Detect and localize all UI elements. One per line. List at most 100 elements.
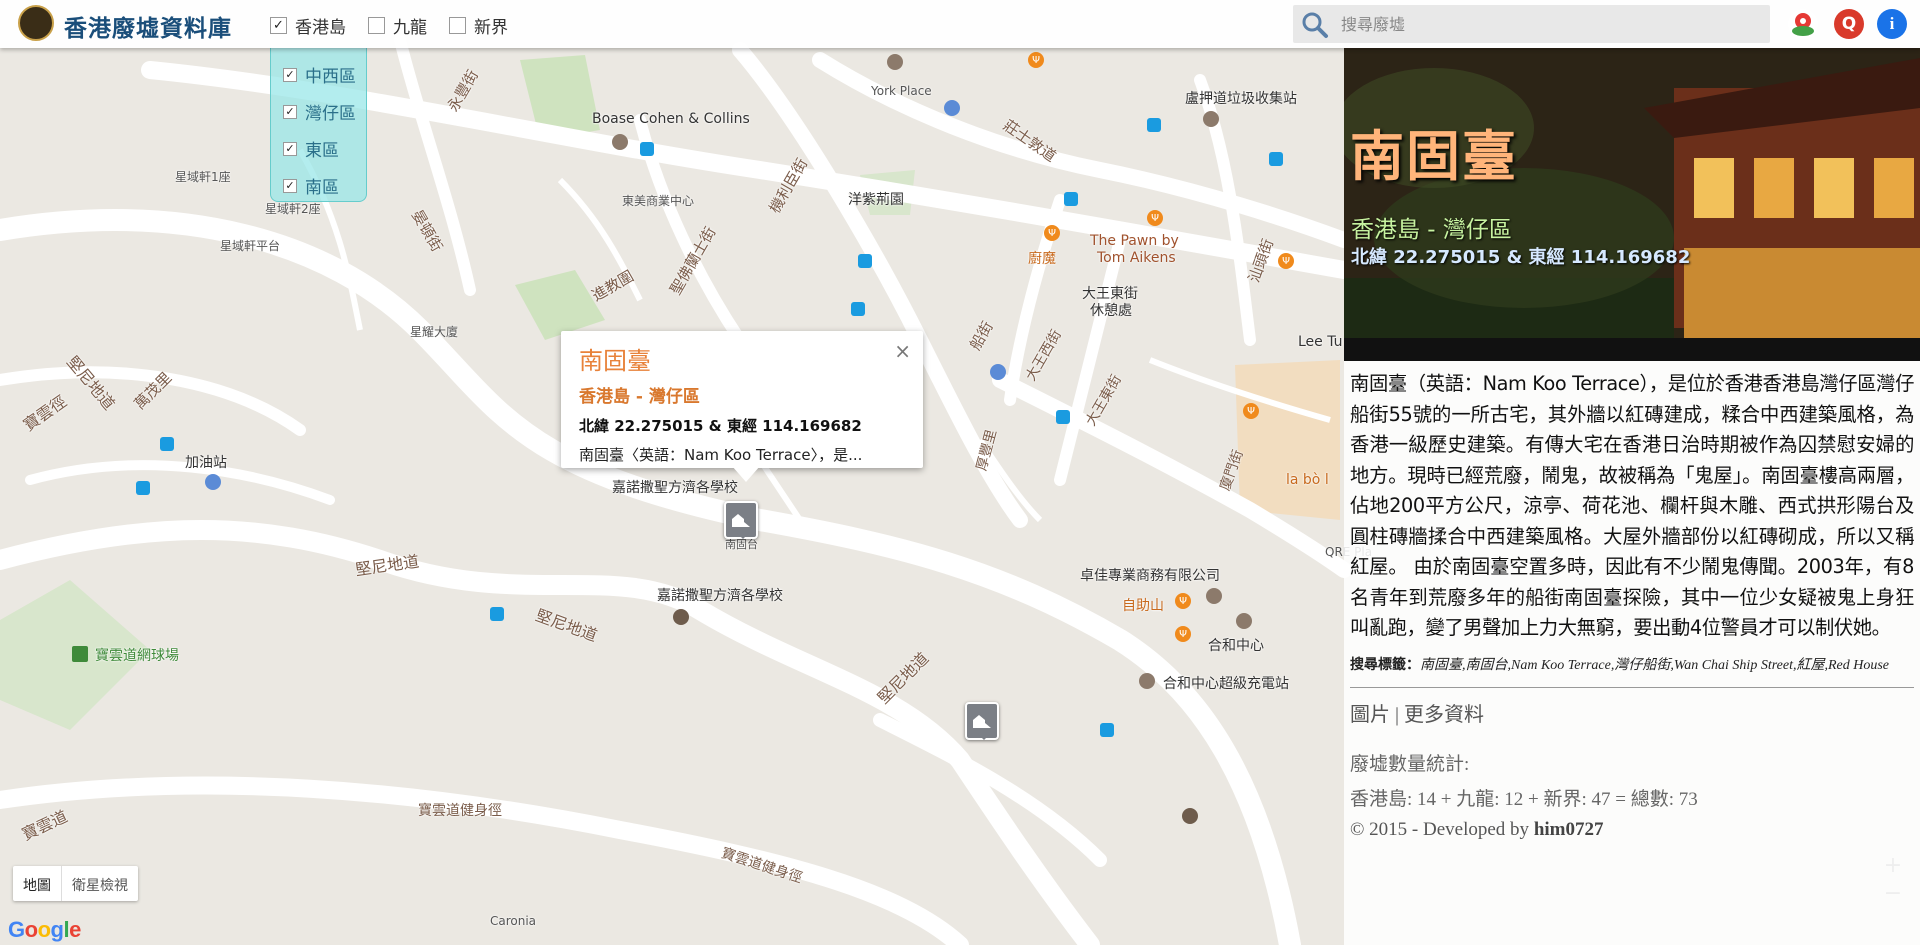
bus-stop-icon xyxy=(851,302,865,316)
place-label: 自助山 xyxy=(1122,598,1164,614)
marker-info-window[interactable]: × 南固臺 香港島 - 灣仔區 北緯 22.275015 & 東經 114.16… xyxy=(561,331,923,482)
search-icon[interactable] xyxy=(1301,11,1329,39)
search-box[interactable] xyxy=(1293,5,1770,43)
map-type-satellite-button[interactable]: 衛星檢視 xyxy=(61,866,138,901)
place-label: 嘉諾撒聖方濟各學校 xyxy=(612,480,738,496)
info-window-district: 香港島 - 灣仔區 xyxy=(579,387,700,407)
app-title: 香港廢墟資料庫 xyxy=(64,16,232,42)
place-label: York Place xyxy=(871,84,932,98)
hero-photo xyxy=(1344,48,1920,361)
place-label: 東美商業中心 xyxy=(622,194,695,208)
checkbox-icon[interactable] xyxy=(368,17,385,34)
place-icon xyxy=(1206,588,1222,604)
place-label: 合和中心超級充電站 xyxy=(1163,676,1289,692)
place-label: 寶雲道網球場 xyxy=(95,648,179,664)
info-window-title: 南固臺 xyxy=(579,347,651,375)
restaurant-icon: Ψ xyxy=(1044,225,1060,241)
ruin-hero-image: 南固臺 香港島 - 灣仔區 北緯 22.275015 & 東經 114.1696… xyxy=(1344,48,1920,361)
bus-stop-icon xyxy=(1100,723,1114,737)
restaurant-icon: Ψ xyxy=(1028,52,1044,68)
place-label: 星域軒平台 xyxy=(220,239,281,253)
bus-stop-icon xyxy=(136,481,150,495)
close-icon[interactable]: × xyxy=(894,339,911,363)
q-icon[interactable]: Q xyxy=(1834,9,1864,39)
checkbox-icon[interactable] xyxy=(449,17,466,34)
park-icon xyxy=(72,646,88,662)
bus-stop-icon xyxy=(490,607,504,621)
place-label: Lee Tu xyxy=(1298,334,1343,350)
checkbox-icon[interactable]: ✓ xyxy=(283,141,297,156)
restaurant-icon: Ψ xyxy=(1175,593,1191,609)
divider xyxy=(1350,686,1914,688)
place-label: 卓佳專業商務有限公司 xyxy=(1080,568,1220,584)
district-item-central-western[interactable]: ✓ 中西區 xyxy=(271,56,366,93)
gas-station-icon xyxy=(205,474,221,490)
bus-stop-icon xyxy=(1056,410,1070,424)
district-dropdown: ✓ 中西區 ✓ 灣仔區 ✓ 東區 ✓ 南區 xyxy=(270,48,367,202)
region-label: 香港島 xyxy=(295,18,346,38)
region-checkbox-hk-island[interactable]: ✓ 香港島 xyxy=(270,13,346,38)
ruin-detail-body: 南固臺（英語：Nam Koo Terrace），是位於香港香港島灣仔區灣仔船街5… xyxy=(1344,361,1920,945)
restaurant-icon: Ψ xyxy=(1175,626,1191,642)
search-input[interactable] xyxy=(1341,12,1761,36)
map-type-map-button[interactable]: 地圖 xyxy=(13,866,61,901)
bus-stop-icon xyxy=(160,437,174,451)
stats-title: 廢墟數量統計: xyxy=(1350,753,1470,775)
place-icon xyxy=(1203,111,1219,127)
place-label: 加油站 xyxy=(185,455,227,471)
place-label: 休憩處 xyxy=(1090,303,1132,319)
checkbox-icon[interactable]: ✓ xyxy=(270,17,287,34)
bus-stop-icon xyxy=(1064,192,1078,206)
ruin-house-icon xyxy=(732,514,750,527)
ruin-detail-panel: 南固臺 香港島 - 灣仔區 北緯 22.275015 & 東經 114.1696… xyxy=(1344,48,1920,945)
place-icon xyxy=(1139,673,1155,689)
region-checkbox-nt[interactable]: 新界 xyxy=(449,13,508,38)
place-label: The Pawn by xyxy=(1090,233,1179,249)
search-tags: 搜尋標籤：南固臺,南固台,Nam Koo Terrace,灣仔船街,Wan Ch… xyxy=(1350,650,1914,681)
top-bar: 香港廢墟資料庫 ✓ 香港島 九龍 新界 Q i xyxy=(0,0,1920,48)
place-label: 廚魔 xyxy=(1028,251,1056,267)
footer-author[interactable]: him0727 xyxy=(1534,819,1604,840)
logo-icon xyxy=(18,5,54,41)
search-tags-label: 搜尋標籤： xyxy=(1350,657,1420,673)
restaurant-icon: Ψ xyxy=(1147,210,1163,226)
district-item-southern[interactable]: ✓ 南區 xyxy=(271,167,366,204)
place-label: 洋紫荊園 xyxy=(848,192,904,208)
info-icon[interactable]: i xyxy=(1877,9,1907,39)
road-label: 寶雲道健身徑 xyxy=(418,803,502,819)
shop-icon xyxy=(944,100,960,116)
region-label: 九龍 xyxy=(393,18,427,38)
search-tags-value: 南固臺,南固台,Nam Koo Terrace,灣仔船街,Wan Chai Sh… xyxy=(1420,657,1889,673)
bus-stop-icon xyxy=(640,142,654,156)
more-links[interactable]: 圖片 | 更多資料 xyxy=(1350,698,1914,727)
place-label: la bò l xyxy=(1286,472,1329,488)
checkbox-icon[interactable]: ✓ xyxy=(283,67,297,82)
ruin-district: 香港島 - 灣仔區 xyxy=(1351,217,1512,243)
place-icon xyxy=(887,54,903,70)
checkbox-icon[interactable]: ✓ xyxy=(283,104,297,119)
place-label: 星耀大廈 xyxy=(410,325,459,339)
bus-stop-icon xyxy=(1147,118,1161,132)
place-label: Tom Aikens xyxy=(1097,250,1176,266)
district-item-wan-chai[interactable]: ✓ 灣仔區 xyxy=(271,93,366,130)
info-window-coords: 北緯 22.275015 & 東經 114.169682 xyxy=(579,417,862,435)
ruin-marker-icon[interactable] xyxy=(965,702,999,740)
ruin-house-icon xyxy=(973,715,991,728)
place-label: Boase Cohen & Collins xyxy=(592,111,750,127)
shop-icon xyxy=(990,364,1006,380)
ruin-marker-icon[interactable] xyxy=(724,501,758,539)
ruin-coords: 北緯 22.275015 & 東經 114.169682 xyxy=(1351,247,1691,268)
map-layer-icon[interactable] xyxy=(1788,9,1818,39)
map-type-control: 地圖 衛星檢視 xyxy=(13,866,138,901)
place-icon xyxy=(1236,613,1252,629)
restaurant-icon: Ψ xyxy=(1243,403,1259,419)
district-item-eastern[interactable]: ✓ 東區 xyxy=(271,130,366,167)
place-label: 星域軒1座 xyxy=(175,170,231,184)
place-icon xyxy=(612,134,628,150)
google-logo: Google xyxy=(8,917,81,942)
checkbox-icon[interactable]: ✓ xyxy=(283,178,297,193)
region-checkbox-kowloon[interactable]: 九龍 xyxy=(368,13,427,38)
region-label: 新界 xyxy=(474,18,508,38)
place-label: 嘉諾撒聖方濟各學校 xyxy=(657,588,783,604)
ruin-description: 南固臺（英語：Nam Koo Terrace），是位於香港香港島灣仔區灣仔船街5… xyxy=(1350,372,1914,639)
